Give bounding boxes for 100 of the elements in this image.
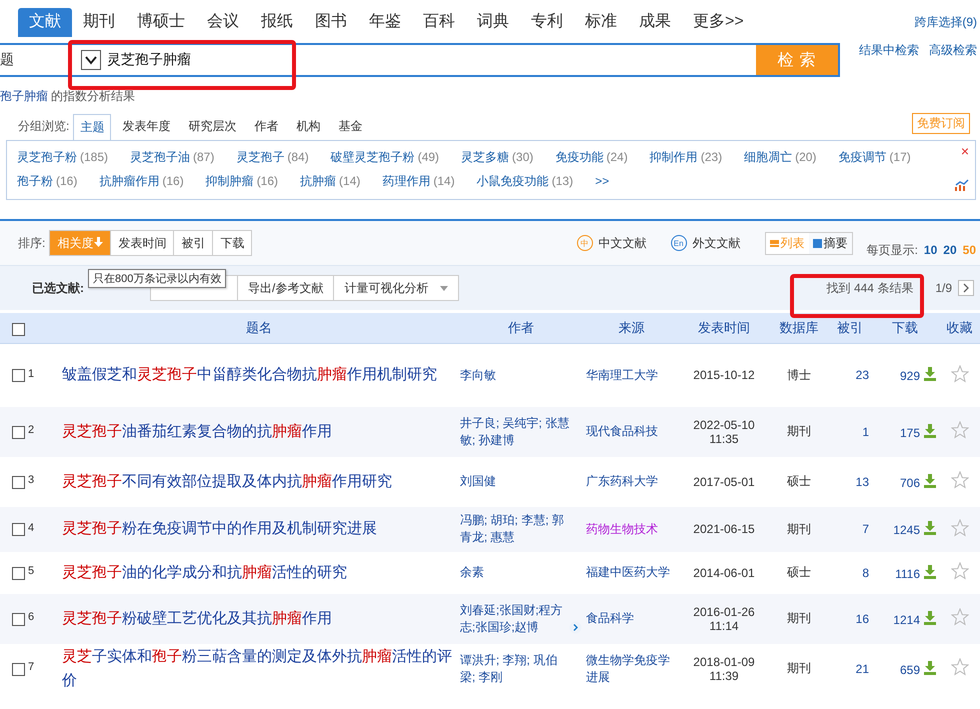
database-tab[interactable]: 会议: [196, 8, 250, 37]
search-link[interactable]: 结果中检索: [859, 42, 919, 58]
author-link[interactable]: 刘春延;张国财;程方志;张国珍;赵博: [460, 602, 568, 636]
favorite-star-icon[interactable]: [950, 364, 968, 383]
favorite-star-icon[interactable]: [950, 658, 968, 676]
citation-count[interactable]: 21: [856, 662, 869, 676]
group-tab[interactable]: 研究层次: [181, 113, 244, 140]
citation-count[interactable]: 8: [862, 566, 869, 580]
database-tab[interactable]: 成果: [628, 8, 682, 37]
column-header[interactable]: 题名: [246, 320, 272, 335]
column-header[interactable]: 下载: [892, 320, 918, 335]
download-count[interactable]: 175: [900, 426, 920, 440]
row-checkbox[interactable]: [12, 476, 25, 489]
dropdown-icon[interactable]: [81, 50, 101, 70]
database-tab[interactable]: 更多>>: [682, 8, 755, 37]
citation-count[interactable]: 23: [856, 368, 869, 382]
article-title-link[interactable]: 灵芝孢子粉在免疫调节中的作用及机制研究进展: [62, 517, 456, 541]
database-tab[interactable]: 专利: [520, 8, 574, 37]
sort-option[interactable]: 发表时间: [110, 231, 174, 255]
topic-link[interactable]: 灵芝多糖 (30): [461, 147, 534, 167]
select-all-checkbox[interactable]: [12, 322, 25, 336]
source-link[interactable]: 福建中医药大学: [586, 564, 677, 581]
citation-count[interactable]: 7: [862, 522, 869, 536]
toolbar-button[interactable]: 计量可视化分析: [334, 275, 460, 301]
citation-count[interactable]: 1: [862, 424, 869, 438]
article-title-link[interactable]: 灵芝子实体和孢子粉三萜含量的测定及体外抗肿瘤活性的评价: [62, 644, 456, 692]
row-checkbox[interactable]: [12, 426, 25, 439]
source-link[interactable]: 现代食品科技: [586, 423, 677, 440]
group-tab[interactable]: 发表年度: [115, 113, 178, 140]
topic-link[interactable]: 灵芝孢子油 (87): [130, 147, 214, 167]
topic-link[interactable]: 免疫调节 (17): [838, 147, 911, 167]
language-filter[interactable]: En 外文文献: [670, 234, 741, 252]
close-icon[interactable]: ×: [960, 143, 969, 159]
source-link[interactable]: 微生物学免疫学进展: [586, 652, 677, 686]
download-icon[interactable]: [923, 610, 937, 624]
favorite-star-icon[interactable]: [950, 562, 968, 580]
download-icon[interactable]: [923, 660, 937, 674]
favorite-star-icon[interactable]: [950, 471, 968, 489]
download-count[interactable]: 929: [900, 369, 920, 384]
article-title-link[interactable]: 灵芝孢子粉破壁工艺优化及其抗肿瘤作用: [62, 606, 456, 630]
row-checkbox[interactable]: [12, 523, 25, 536]
search-link[interactable]: 高级检索: [929, 42, 977, 58]
author-link[interactable]: 余素: [460, 564, 484, 581]
database-tab[interactable]: 年鉴: [358, 8, 412, 37]
author-link[interactable]: 冯鹏; 胡珀; 李慧; 郭青龙; 惠慧: [460, 512, 570, 546]
download-icon[interactable]: [923, 424, 937, 438]
field-select[interactable]: 题: [0, 45, 69, 75]
cross-database-link[interactable]: 跨库选择(9): [914, 14, 977, 31]
topic-link[interactable]: 灵芝孢子粉 (185): [17, 147, 108, 167]
favorite-star-icon[interactable]: [950, 518, 968, 536]
article-title-link[interactable]: 灵芝孢子油的化学成分和抗肿瘤活性的研究: [62, 560, 456, 584]
column-header[interactable]: 作者: [508, 320, 534, 335]
source-link[interactable]: 药物生物技术: [586, 520, 677, 538]
topic-link[interactable]: 抑制作用 (23): [650, 147, 722, 167]
topic-link[interactable]: 抗肿瘤 (14): [300, 171, 360, 191]
source-link[interactable]: 食品科学: [586, 610, 677, 627]
download-count[interactable]: 1214: [893, 612, 920, 626]
author-link[interactable]: 李向敏: [460, 366, 496, 384]
sort-option[interactable]: 下载: [212, 231, 252, 255]
author-link[interactable]: 刘国健: [460, 473, 496, 490]
view-toggle[interactable]: 摘要: [808, 232, 852, 254]
topic-link[interactable]: 小鼠免疫功能 (13): [476, 171, 574, 191]
group-tab[interactable]: 基金: [331, 113, 370, 140]
source-link[interactable]: 华南理工大学: [586, 366, 677, 384]
next-page-button[interactable]: [958, 280, 974, 296]
page-size-option[interactable]: 20: [943, 243, 957, 257]
search-bar[interactable]: 题 灵芝孢子肿瘤 检 索: [0, 43, 840, 77]
topic-link[interactable]: 破壁灵芝孢子粉 (49): [330, 147, 440, 167]
database-tab[interactable]: 图书: [304, 8, 358, 37]
row-checkbox[interactable]: [12, 612, 25, 626]
download-count[interactable]: 659: [900, 662, 920, 676]
more-authors-icon[interactable]: [569, 620, 582, 634]
favorite-star-icon[interactable]: [950, 421, 968, 439]
database-tab[interactable]: 博硕士: [126, 8, 196, 37]
index-analysis-link[interactable]: 孢子肿瘤: [0, 89, 48, 103]
download-count[interactable]: 1116: [895, 566, 920, 580]
chart-icon[interactable]: [955, 179, 969, 191]
language-filter[interactable]: 中 中文文献: [576, 234, 647, 252]
favorite-star-icon[interactable]: [950, 608, 968, 626]
topic-link[interactable]: 细胞凋亡 (20): [744, 147, 816, 167]
database-tab[interactable]: 期刊: [72, 8, 126, 37]
article-title-link[interactable]: 灵芝孢子不同有效部位提取及体内抗肿瘤作用研究: [62, 470, 456, 494]
group-tab[interactable]: 作者: [247, 113, 286, 140]
author-link[interactable]: 谭洪升; 李翔; 巩伯梁; 李刚: [460, 652, 570, 686]
group-tab[interactable]: 机构: [289, 113, 328, 140]
download-icon[interactable]: [923, 474, 937, 488]
article-title-link[interactable]: 皱盖假芝和灵芝孢子中甾醇类化合物抗肿瘤作用机制研究: [62, 363, 456, 388]
page-size-option[interactable]: 10: [924, 243, 938, 257]
article-title-link[interactable]: 灵芝孢子油番茄红素复合物的抗肿瘤作用: [62, 420, 456, 444]
citation-count[interactable]: 16: [856, 612, 869, 626]
topic-link[interactable]: 抑制肿瘤 (16): [206, 171, 278, 191]
download-count[interactable]: 706: [900, 476, 920, 490]
source-link[interactable]: 广东药科大学: [586, 473, 677, 490]
sort-option[interactable]: 被引: [173, 231, 212, 255]
download-icon[interactable]: [923, 564, 937, 578]
row-checkbox[interactable]: [12, 369, 25, 382]
topic-link[interactable]: 药理作用 (14): [382, 171, 455, 191]
topic-link[interactable]: 孢子粉 (16): [17, 171, 78, 191]
download-icon[interactable]: [923, 521, 937, 535]
group-tab[interactable]: 主题: [73, 114, 112, 141]
